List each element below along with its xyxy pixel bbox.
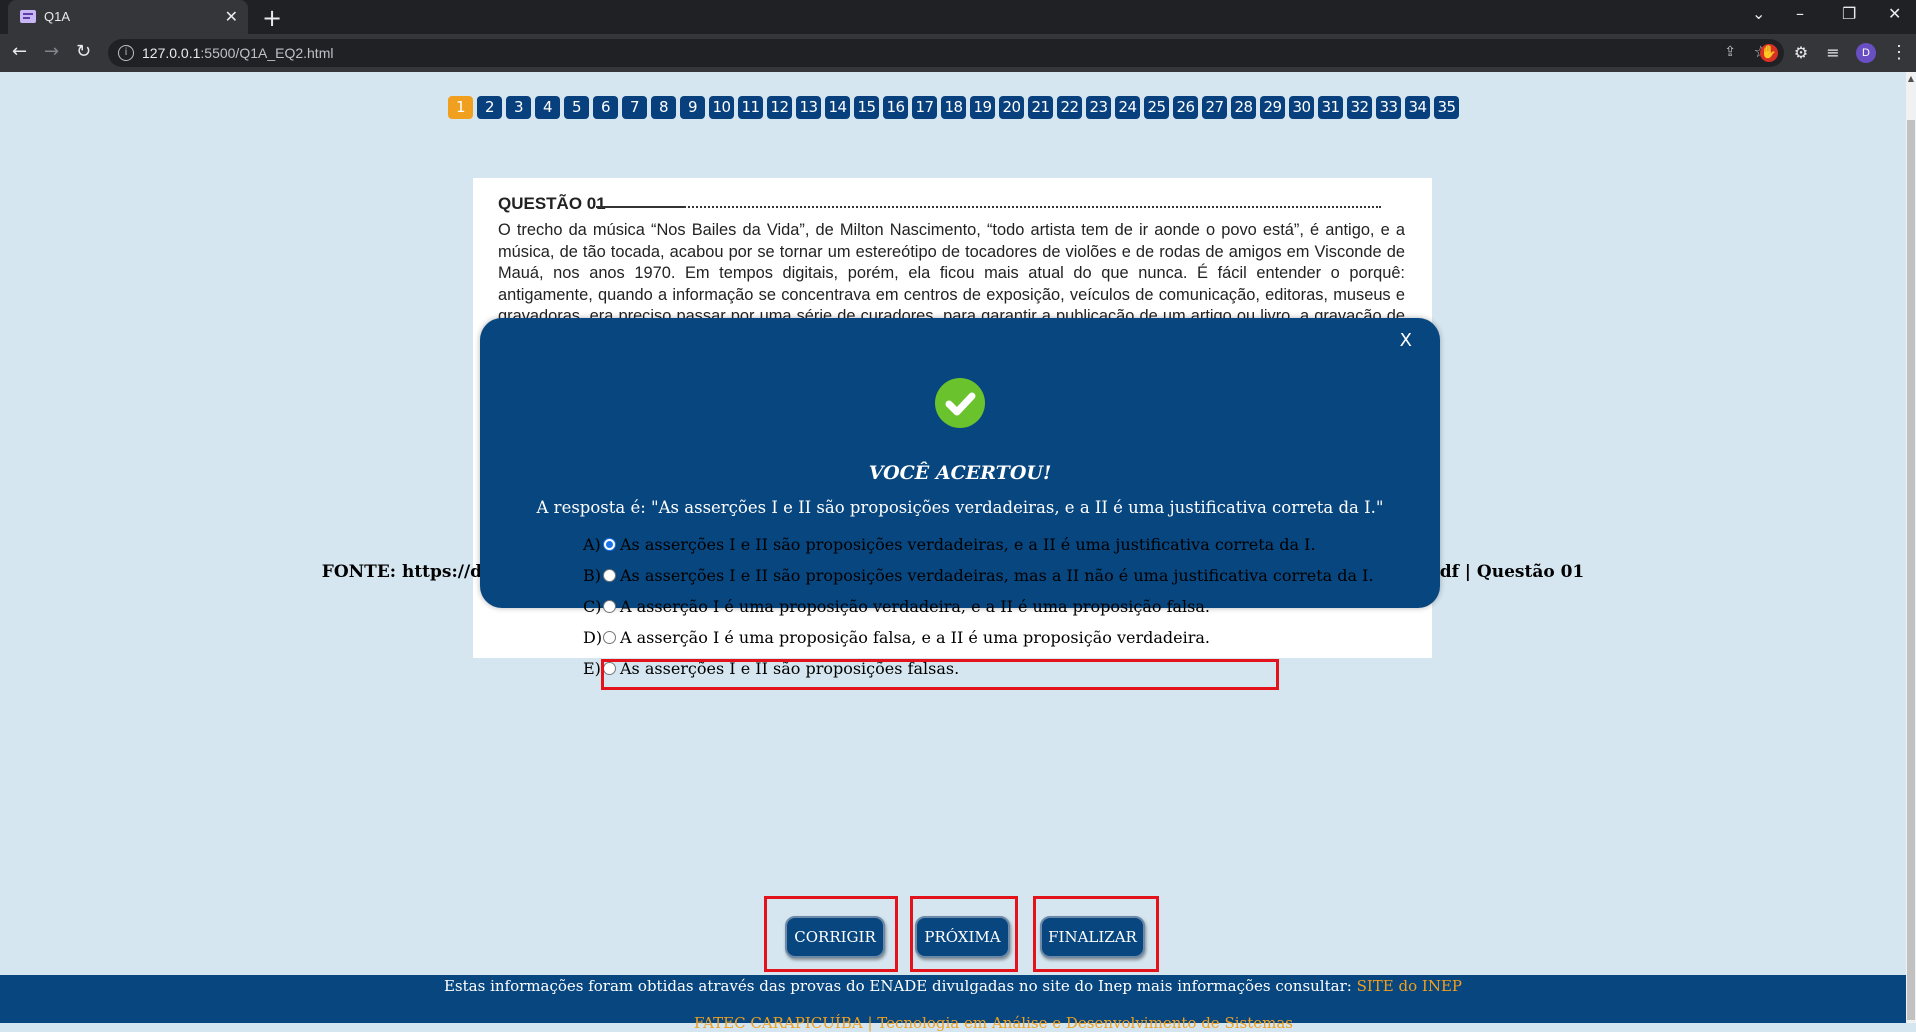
question-nav-item[interactable]: 35 [1434,96,1459,119]
question-nav-item[interactable]: 2 [477,96,502,119]
share-icon[interactable]: ⇪ [1724,44,1736,60]
corrigir-button[interactable]: CORRIGIR [785,916,885,958]
question-nav-item[interactable]: 11 [738,96,763,119]
question-divider [596,206,1381,208]
question-nav-item[interactable]: 31 [1318,96,1343,119]
question-nav-item[interactable]: 20 [999,96,1024,119]
back-icon[interactable]: ← [12,41,27,62]
question-nav-item[interactable]: 19 [970,96,995,119]
extensions-puzzle-icon[interactable]: ⚙ [1792,44,1810,62]
question-nav-item[interactable]: 24 [1115,96,1140,119]
question-nav-item[interactable]: 9 [680,96,705,119]
forward-icon[interactable]: → [44,41,59,62]
option-radio[interactable] [603,569,616,582]
option-text: As asserções I e II são proposições verd… [620,566,1374,585]
footer: Estas informações foram obtidas através … [0,975,1906,1032]
question-nav-item[interactable]: 29 [1260,96,1285,119]
page-favicon-icon [20,10,36,23]
question-navigation: 1 2 3 4 5 6 7 8 9 10 11 12 13 14 15 16 17 18 19 20 21 22 23 24 2… [448,96,1463,120]
question-nav-item[interactable]: 22 [1057,96,1082,119]
question-nav-item[interactable]: 12 [767,96,792,119]
question-nav-item[interactable]: 26 [1173,96,1198,119]
question-nav-item[interactable]: 10 [709,96,734,119]
question-nav-item[interactable]: 25 [1144,96,1169,119]
modal-close-button[interactable]: X [1400,330,1412,351]
question-nav-item[interactable]: 4 [535,96,560,119]
reload-icon[interactable]: ↻ [76,41,91,62]
check-icon [935,378,985,428]
scrollbar-thumb[interactable] [1907,120,1915,1020]
finalizar-button[interactable]: FINALIZAR [1040,916,1145,958]
tab-search-icon[interactable]: ⌄ [1752,4,1765,23]
question-nav-item[interactable]: 23 [1086,96,1111,119]
footer-credit: FATEC CARAPICUÍBA | Tecnologia em Anális… [694,1014,1293,1032]
answer-option[interactable]: D) A asserção I é uma proposição falsa, e… [583,626,1374,657]
footer-info-text: Estas informações foram obtidas através … [443,977,1357,995]
extension-stop-icon[interactable]: ✋ [1760,44,1778,62]
minimize-icon[interactable]: – [1796,4,1804,23]
option-letter: E) [583,659,601,678]
result-headline: VOCÊ ACERTOU! [868,462,1052,484]
close-window-icon[interactable]: ✕ [1888,4,1901,23]
question-nav-item[interactable]: 34 [1405,96,1430,119]
option-text: A asserção I é uma proposição verdadeira… [620,597,1210,616]
answer-option[interactable]: C) A asserção I é uma proposição verdadei… [583,595,1374,626]
question-nav-item[interactable]: 27 [1202,96,1227,119]
question-nav-item[interactable]: 5 [564,96,589,119]
question-nav-item[interactable]: 17 [912,96,937,119]
new-tab-icon[interactable]: + [262,4,282,32]
browser-tab[interactable]: Q1A ✕ [8,0,248,34]
selected-option-highlight [601,659,1279,690]
browser-tabbar: Q1A ✕ + ⌄ – ❐ ✕ [0,0,1916,34]
answer-option[interactable]: A) As asserções I e II são proposições ve… [583,533,1374,564]
question-nav-item[interactable]: 32 [1347,96,1372,119]
question-nav-item[interactable]: 14 [825,96,850,119]
browser-toolbar: ← → ↻ i 127.0.0.1:5500/Q1A_EQ2.html ⇪ ☆ … [0,34,1916,72]
restore-icon[interactable]: ❐ [1842,4,1856,23]
question-nav-item[interactable]: 7 [622,96,647,119]
answer-option[interactable]: B) As asserções I e II são proposições ve… [583,564,1374,595]
question-nav-item[interactable]: 15 [854,96,879,119]
option-radio[interactable] [603,538,616,551]
browser-menu-icon[interactable]: ⋮ [1890,42,1908,63]
media-control-icon[interactable]: ≡ [1824,44,1842,62]
question-nav-item[interactable]: 1 [448,96,473,119]
inep-link[interactable]: SITE do INEP [1357,977,1462,995]
option-letter: C) [583,597,602,616]
result-answer: A resposta é: "As asserções I e II são p… [536,498,1384,517]
question-nav-item[interactable]: 18 [941,96,966,119]
question-nav-item[interactable]: 21 [1028,96,1053,119]
address-bar[interactable]: i 127.0.0.1:5500/Q1A_EQ2.html ⇪ ☆ [108,39,1784,67]
scrollbar[interactable]: ▲ [1906,72,1916,1023]
option-text: A asserção I é uma proposição falsa, e a… [620,628,1210,647]
proxima-button[interactable]: PRÓXIMA [915,916,1010,958]
footer-text: Estas informações foram obtidas através … [0,977,1906,995]
question-nav-item[interactable]: 6 [593,96,618,119]
scroll-up-icon[interactable]: ▲ [1906,74,1916,83]
option-letter: B) [583,566,601,585]
option-radio[interactable] [603,631,616,644]
tab-close-icon[interactable]: ✕ [225,7,238,27]
question-nav-item[interactable]: 33 [1376,96,1401,119]
question-nav-item[interactable]: 13 [796,96,821,119]
option-letter: A) [583,535,601,554]
question-nav-item[interactable]: 28 [1231,96,1256,119]
tab-title: Q1A [44,9,71,24]
site-info-icon[interactable]: i [118,45,134,61]
question-nav-item[interactable]: 30 [1289,96,1314,119]
question-header: QUESTÃO 01 [498,194,606,213]
question-nav-item[interactable]: 3 [506,96,531,119]
url-text[interactable]: 127.0.0.1:5500/Q1A_EQ2.html [142,45,333,61]
question-nav-item[interactable]: 8 [651,96,676,119]
option-letter: D) [583,628,603,647]
question-nav-item[interactable]: 16 [883,96,908,119]
profile-avatar[interactable]: D [1856,43,1876,63]
option-radio[interactable] [603,600,616,613]
option-text: As asserções I e II são proposições verd… [620,535,1316,554]
